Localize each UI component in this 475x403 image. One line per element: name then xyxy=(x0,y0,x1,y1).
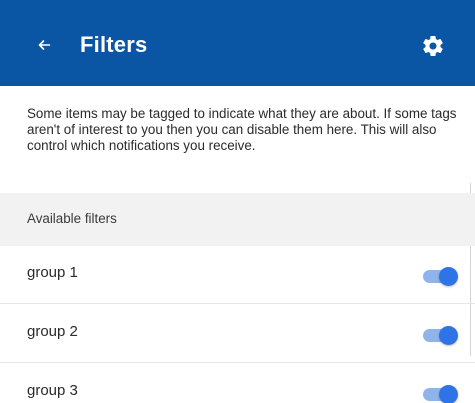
toggle-thumb xyxy=(439,385,458,403)
arrow-left-icon xyxy=(38,40,51,50)
filter-row-group-3[interactable]: group 3 xyxy=(0,364,475,403)
intro-text: Some items may be tagged to indicate wha… xyxy=(27,106,457,154)
gear-icon xyxy=(423,36,443,56)
app-bar: Filters xyxy=(0,0,475,86)
toggle-thumb xyxy=(439,326,458,345)
section-header: Available filters xyxy=(0,193,475,246)
section-title: Available filters xyxy=(27,211,117,226)
filter-toggle[interactable] xyxy=(423,267,461,286)
filter-label: group 1 xyxy=(27,264,78,281)
toggle-thumb xyxy=(439,267,458,286)
filter-label: group 3 xyxy=(27,382,78,399)
filter-label: group 2 xyxy=(27,323,78,340)
filter-row-group-2[interactable]: group 2 xyxy=(0,305,475,363)
page-title: Filters xyxy=(80,32,148,57)
filters-screen: Filters Some items may be tagged to indi… xyxy=(0,0,475,403)
filter-row-group-1[interactable]: group 1 xyxy=(0,246,475,304)
filter-toggle[interactable] xyxy=(423,385,461,403)
filter-toggle[interactable] xyxy=(423,326,461,345)
back-button[interactable] xyxy=(28,29,60,61)
settings-button[interactable] xyxy=(420,33,446,59)
